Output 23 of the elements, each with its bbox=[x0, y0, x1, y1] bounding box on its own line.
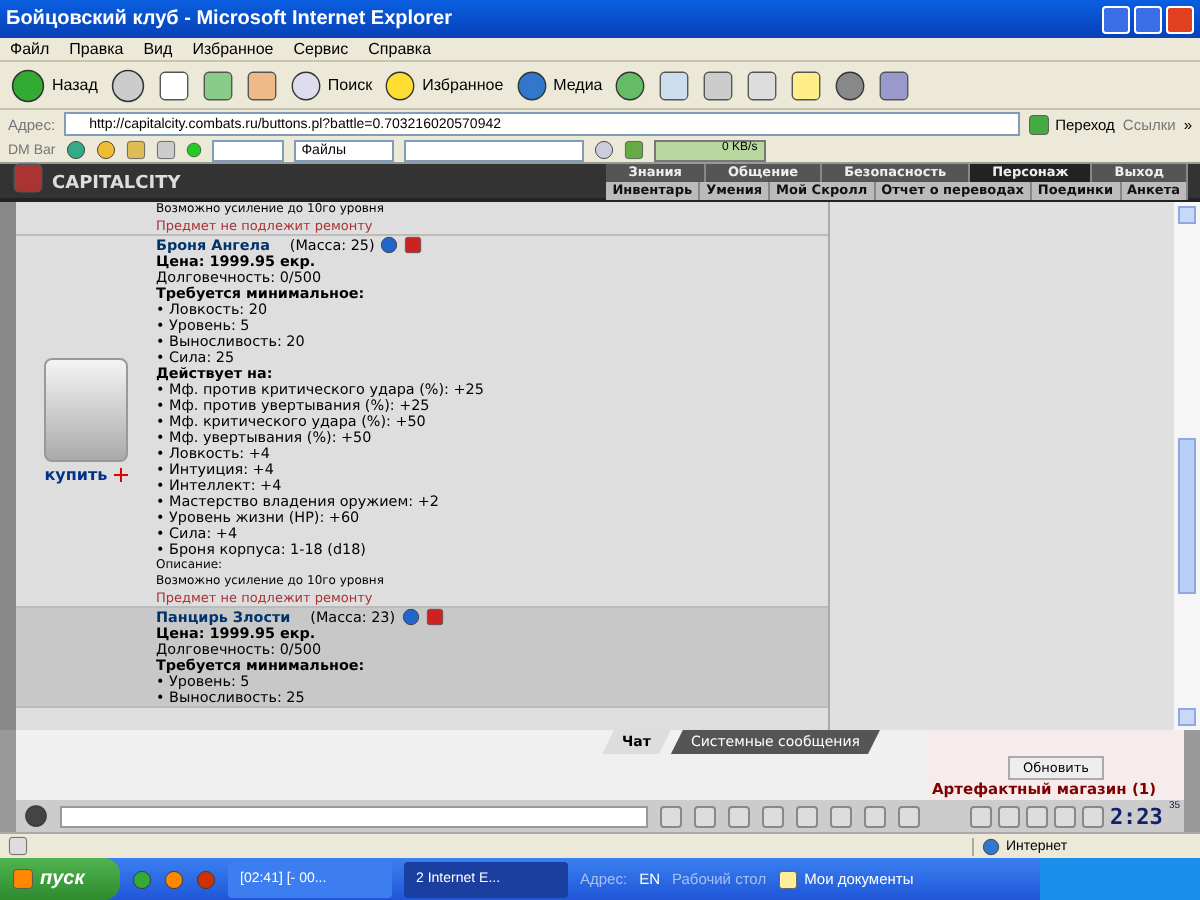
clock-time: 2:23 bbox=[1109, 803, 1163, 829]
menu-item[interactable]: Сервис bbox=[293, 40, 349, 58]
favorites-button[interactable]: Избранное bbox=[384, 69, 504, 101]
blank-field[interactable] bbox=[211, 139, 284, 161]
minimize-button[interactable] bbox=[1102, 5, 1130, 33]
scrollbar[interactable] bbox=[1174, 202, 1200, 730]
chat-input[interactable] bbox=[60, 805, 648, 827]
maximize-button[interactable] bbox=[1134, 5, 1162, 33]
status-dot-icon[interactable] bbox=[185, 142, 202, 158]
buy-link[interactable]: купить bbox=[44, 466, 128, 484]
search-button[interactable]: Поиск bbox=[289, 69, 373, 101]
logo-text: CAPITALCITY bbox=[52, 174, 181, 194]
armor-picture bbox=[44, 358, 128, 462]
back-button[interactable]: Назад bbox=[10, 67, 98, 103]
text-dropdown[interactable] bbox=[403, 139, 584, 161]
menu-item[interactable]: Вид bbox=[143, 40, 173, 58]
menu-item[interactable]: Файл bbox=[10, 40, 50, 58]
menu-item[interactable]: Правка bbox=[69, 40, 124, 58]
menu-item[interactable]: Избранное bbox=[192, 40, 274, 58]
menu-item[interactable]: Справка bbox=[368, 40, 432, 58]
window-title: Бойцовский клуб - Microsoft Internet Explorer bbox=[0, 0, 1200, 38]
media-button[interactable]: Медиа bbox=[515, 69, 603, 101]
close-button[interactable] bbox=[1166, 5, 1194, 33]
